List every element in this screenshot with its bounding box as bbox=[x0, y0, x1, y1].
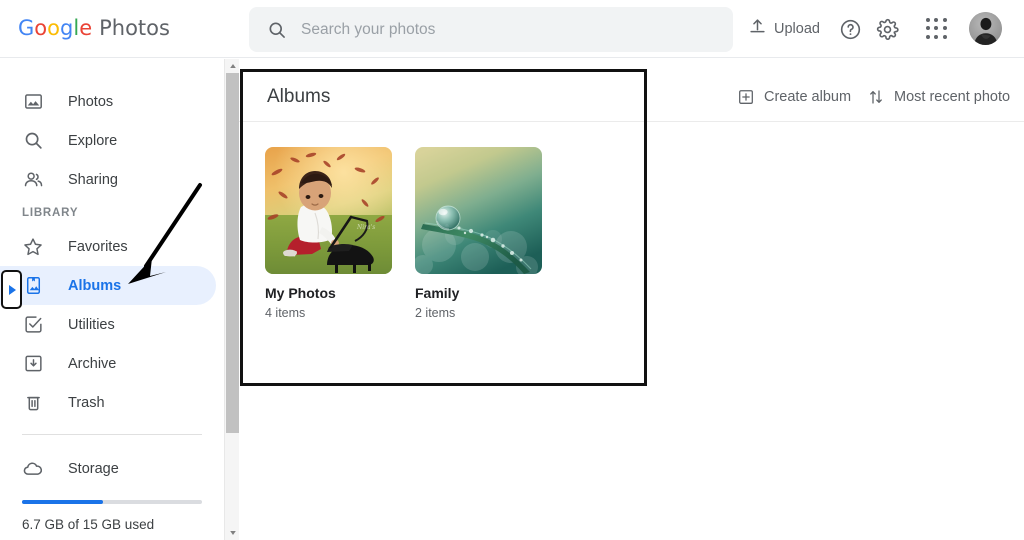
sidebar-item-explore[interactable]: Explore bbox=[0, 121, 216, 160]
photo-icon bbox=[22, 91, 44, 113]
sidebar-section-library: LIBRARY bbox=[22, 207, 79, 219]
albums-grid: Nira's My Photos 4 items Family 2 items bbox=[239, 122, 1024, 320]
apps-dot bbox=[942, 18, 947, 22]
google-photos-logo[interactable]: Google Photos bbox=[18, 16, 170, 40]
upload-icon bbox=[748, 17, 767, 40]
scroll-up-arrow[interactable] bbox=[225, 59, 240, 73]
gear-icon[interactable] bbox=[873, 15, 901, 43]
top-app-bar: GooglePhotos Upload bbox=[0, 0, 1024, 58]
sidebar-item-label: Albums bbox=[68, 277, 122, 294]
sort-order-button[interactable]: Most recent photo bbox=[867, 88, 1010, 106]
cloud-icon bbox=[22, 458, 44, 480]
sidebar-divider bbox=[22, 434, 202, 435]
sidebar-item-photos[interactable]: Photos bbox=[0, 82, 216, 121]
apps-dot bbox=[934, 18, 939, 22]
create-album-button[interactable]: Create album bbox=[737, 88, 851, 106]
create-album-label: Create album bbox=[764, 89, 852, 105]
logo-letter-e: e bbox=[79, 16, 93, 40]
google-photos-app: GooglePhotos Upload bbox=[0, 0, 1024, 540]
sidebar-item-trash[interactable]: Trash bbox=[0, 383, 216, 422]
album-title: My Photos bbox=[265, 285, 336, 301]
sidebar-item-sharing[interactable]: Sharing bbox=[0, 160, 216, 199]
apps-dot bbox=[926, 26, 930, 31]
sidebar-item-label: Utilities bbox=[68, 316, 115, 333]
svg-text:Nira's: Nira's bbox=[356, 224, 375, 231]
upload-label: Upload bbox=[774, 20, 820, 37]
help-circle-icon[interactable] bbox=[836, 15, 864, 43]
sidebar-item-label: Sharing bbox=[68, 171, 118, 188]
sidebar-item-storage[interactable]: Storage bbox=[0, 449, 216, 488]
plus-box-icon bbox=[737, 88, 755, 106]
storage-usage-text: 6.7 GB of 15 GB used bbox=[22, 517, 155, 532]
sidebar-item-albums[interactable]: Albums bbox=[0, 266, 216, 305]
logo-letter-g1: G bbox=[18, 16, 35, 40]
avatar[interactable] bbox=[969, 12, 1002, 45]
check-box-icon bbox=[22, 314, 44, 336]
apps-dot bbox=[926, 18, 930, 22]
sidebar-item-label: Favorites bbox=[68, 238, 128, 255]
logo-letter-o2: o bbox=[47, 16, 60, 40]
search-icon bbox=[267, 20, 287, 40]
logo-letter-g2: g bbox=[60, 16, 74, 40]
sidebar-item-label: Storage bbox=[68, 460, 119, 477]
star-icon bbox=[22, 236, 44, 258]
logo-product-name: Photos bbox=[99, 16, 170, 40]
storage-progress-fill bbox=[22, 500, 103, 504]
sort-arrows-icon bbox=[867, 88, 885, 106]
album-thumbnail-my-photos[interactable]: Nira's bbox=[265, 147, 392, 274]
upload-button[interactable]: Upload bbox=[748, 17, 820, 40]
album-item-count: 2 items bbox=[415, 306, 456, 320]
sidebar-item-utilities[interactable]: Utilities bbox=[0, 305, 216, 344]
storage-progress-bar bbox=[22, 500, 202, 504]
apps-dot bbox=[926, 34, 930, 39]
apps-dot bbox=[934, 26, 939, 31]
sidebar-item-label: Archive bbox=[68, 355, 117, 372]
search-icon bbox=[22, 130, 44, 152]
apps-dot bbox=[934, 34, 939, 39]
people-icon bbox=[22, 169, 44, 191]
album-thumbnail-family[interactable] bbox=[415, 147, 542, 274]
album-card[interactable]: Family 2 items bbox=[415, 147, 542, 320]
album-title: Family bbox=[415, 285, 460, 301]
scroll-down-arrow[interactable] bbox=[225, 526, 240, 540]
apps-dot bbox=[942, 34, 947, 39]
sidebar-item-label: Explore bbox=[68, 132, 118, 149]
trash-icon bbox=[22, 392, 44, 414]
sidebar: Photos Explore Sharing LIBRARY Favorites… bbox=[0, 59, 224, 540]
apps-grid-icon[interactable] bbox=[926, 18, 948, 40]
sidebar-item-favorites[interactable]: Favorites bbox=[0, 227, 216, 266]
album-card[interactable]: Nira's My Photos 4 items bbox=[265, 147, 392, 320]
sort-order-label: Most recent photo bbox=[894, 89, 1011, 105]
sidebar-item-label: Photos bbox=[68, 93, 114, 110]
sidebar-item-label: Trash bbox=[68, 394, 105, 411]
album-item-count: 4 items bbox=[265, 306, 306, 320]
apps-dot bbox=[942, 26, 947, 31]
logo-letter-o1: o bbox=[34, 16, 48, 40]
archive-icon bbox=[22, 353, 44, 375]
page-title: Albums bbox=[267, 86, 331, 107]
vertical-scrollbar[interactable] bbox=[224, 59, 239, 540]
scrollbar-thumb[interactable] bbox=[226, 73, 239, 433]
album-icon bbox=[22, 275, 44, 297]
main-content: Albums Create album Most recent photo Ni… bbox=[239, 59, 1024, 540]
search-bar[interactable] bbox=[249, 7, 733, 52]
sidebar-item-archive[interactable]: Archive bbox=[0, 344, 216, 383]
search-input[interactable] bbox=[301, 14, 711, 45]
albums-header: Albums Create album Most recent photo bbox=[239, 59, 1024, 122]
